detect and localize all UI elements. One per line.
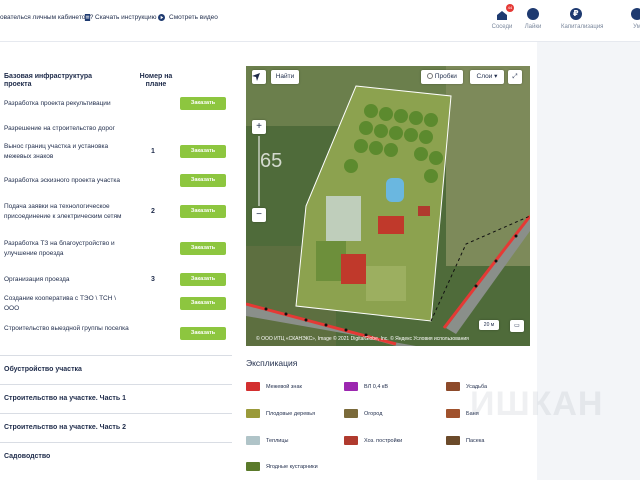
legend-label: Пасека: [466, 437, 485, 444]
play-icon: [158, 14, 165, 21]
document-icon: [84, 14, 91, 21]
order-button[interactable]: Заказать: [180, 145, 226, 158]
legend-label: Хоз. постройки: [364, 437, 403, 444]
order-button[interactable]: Заказать: [180, 97, 226, 110]
profile-icon: [631, 8, 640, 20]
row-name: Подача заявки на технологическое присоед…: [4, 203, 122, 220]
legend-swatch-icon: [344, 436, 358, 445]
row-name: Организация проезда: [4, 276, 70, 283]
legend-item: Ягодные кустарники: [246, 462, 318, 471]
map-copyright: © ООО ИТЦ «СКАНЭКС», Image © 2021 Digita…: [256, 336, 469, 342]
legend-label: Усадьба: [466, 383, 488, 390]
site-plan-map[interactable]: Найти Пробки Слои ▾ ⤢ + − 65 20 м ▭ © ОО…: [246, 66, 530, 346]
column-header-number: Номер на плане: [139, 73, 173, 88]
capitalization-button[interactable]: ₽ Капитализация: [561, 8, 603, 30]
row-name: Вынос границ участка и установка межевых…: [4, 143, 109, 160]
traffic-icon: [427, 73, 434, 80]
legend-item: Хоз. постройки: [344, 436, 402, 445]
top-bar: ователься личным кабинетом? Скачать инст…: [0, 0, 640, 42]
order-button[interactable]: Заказать: [180, 273, 226, 286]
row-plan-number: 1: [151, 148, 155, 155]
legend-label: Теплицы: [266, 437, 289, 444]
order-button[interactable]: Заказать: [180, 242, 226, 255]
personal-cabinet-link[interactable]: ователься личным кабинетом?: [0, 14, 93, 21]
legend-item: Плодовые деревья: [246, 409, 315, 418]
legend-item: Огород: [344, 409, 382, 418]
zoom-in-button[interactable]: +: [252, 120, 266, 134]
row-name: Разрешение на строительство дорог: [4, 125, 115, 132]
legend-item: Пасека: [446, 436, 484, 445]
order-button[interactable]: Заказать: [180, 297, 226, 310]
likes-button[interactable]: Лайки: [518, 8, 548, 30]
locate-button[interactable]: [252, 70, 266, 84]
profile-button[interactable]: Ум: [622, 8, 640, 30]
layers-dropdown[interactable]: Слои ▾: [470, 70, 504, 84]
download-instruction-link[interactable]: Скачать инструкцию: [84, 14, 157, 21]
row-plan-number: 3: [151, 276, 155, 283]
infrastructure-table: Базовая инфраструктура проекта Номер на …: [0, 70, 232, 94]
notification-badge: 44: [506, 4, 514, 12]
watermark-logo: ИШКАН: [470, 385, 604, 423]
legend-label: Баня: [466, 410, 479, 417]
row-plan-number: 2: [151, 208, 155, 215]
legend-label: Ягодные кустарники: [266, 463, 318, 470]
traffic-button[interactable]: Пробки: [421, 70, 463, 84]
ruler-icon: ▭: [514, 323, 520, 329]
row-name: Строительство выездной группы поселка: [4, 325, 129, 332]
legend-label: Огород: [364, 410, 383, 417]
fullscreen-button[interactable]: ⤢: [508, 70, 522, 84]
legend-item: Межевой знак: [246, 382, 302, 391]
legend-item: Теплицы: [246, 436, 288, 445]
legend-item: Усадьба: [446, 382, 487, 391]
legend-swatch-icon: [246, 462, 260, 471]
section-construction-part-1[interactable]: Строительство на участке. Часть 1: [0, 384, 232, 413]
zoom-level-text: 65: [260, 150, 283, 172]
legend-swatch-icon: [446, 436, 460, 445]
legend-item: ВЛ 0,4 кВ: [344, 382, 388, 391]
legend-label: ВЛ 0,4 кВ: [364, 383, 388, 390]
order-button[interactable]: Заказать: [180, 174, 226, 187]
section-gardening[interactable]: Садоводство: [0, 442, 232, 471]
scale-indicator: 20 м: [479, 320, 499, 330]
row-name: Создание кооператива с ТЭО \ ТСН \ ООО: [4, 295, 117, 312]
explication-title: Экспликация: [246, 358, 298, 368]
legend-swatch-icon: [446, 409, 460, 418]
row-name: Разработка эскизного проекта участка: [4, 177, 121, 184]
find-button[interactable]: Найти: [271, 70, 299, 84]
expand-icon: ⤢: [512, 73, 518, 80]
neighbors-icon: 44: [496, 4, 514, 20]
location-arrow-icon: [252, 73, 260, 81]
section-construction-part-2[interactable]: Строительство на участке. Часть 2: [0, 413, 232, 442]
legend-swatch-icon: [344, 409, 358, 418]
chevron-down-icon: ▾: [494, 73, 498, 80]
section-site-setup[interactable]: Обустройство участка: [0, 355, 232, 384]
neighbors-button[interactable]: 44 Соседи: [487, 4, 517, 30]
order-button[interactable]: Заказать: [180, 327, 226, 340]
legend-swatch-icon: [246, 436, 260, 445]
row-name: Разработка ТЗ на благоустройство и улучш…: [4, 240, 115, 257]
legend-swatch-icon: [446, 382, 460, 391]
legend-swatch-icon: [246, 382, 260, 391]
ruler-button[interactable]: ▭: [510, 320, 524, 332]
watch-video-link[interactable]: Смотреть видео: [158, 14, 218, 21]
legend-item: Баня: [446, 409, 479, 418]
order-button[interactable]: Заказать: [180, 205, 226, 218]
satellite-plan-image: [246, 66, 530, 346]
legend-label: Межевой знак: [266, 383, 302, 390]
legend-swatch-icon: [246, 409, 260, 418]
table-header: Базовая инфраструктура проекта Номер на …: [0, 70, 232, 94]
ruble-icon: ₽: [570, 8, 582, 20]
chat-icon: [527, 8, 539, 20]
zoom-out-button[interactable]: −: [252, 208, 266, 222]
legend-label: Плодовые деревья: [266, 410, 316, 417]
column-header-name: Базовая инфраструктура проекта: [4, 73, 93, 88]
row-name: Разработка проекта рекультивации: [4, 100, 111, 107]
legend-swatch-icon: [344, 382, 358, 391]
